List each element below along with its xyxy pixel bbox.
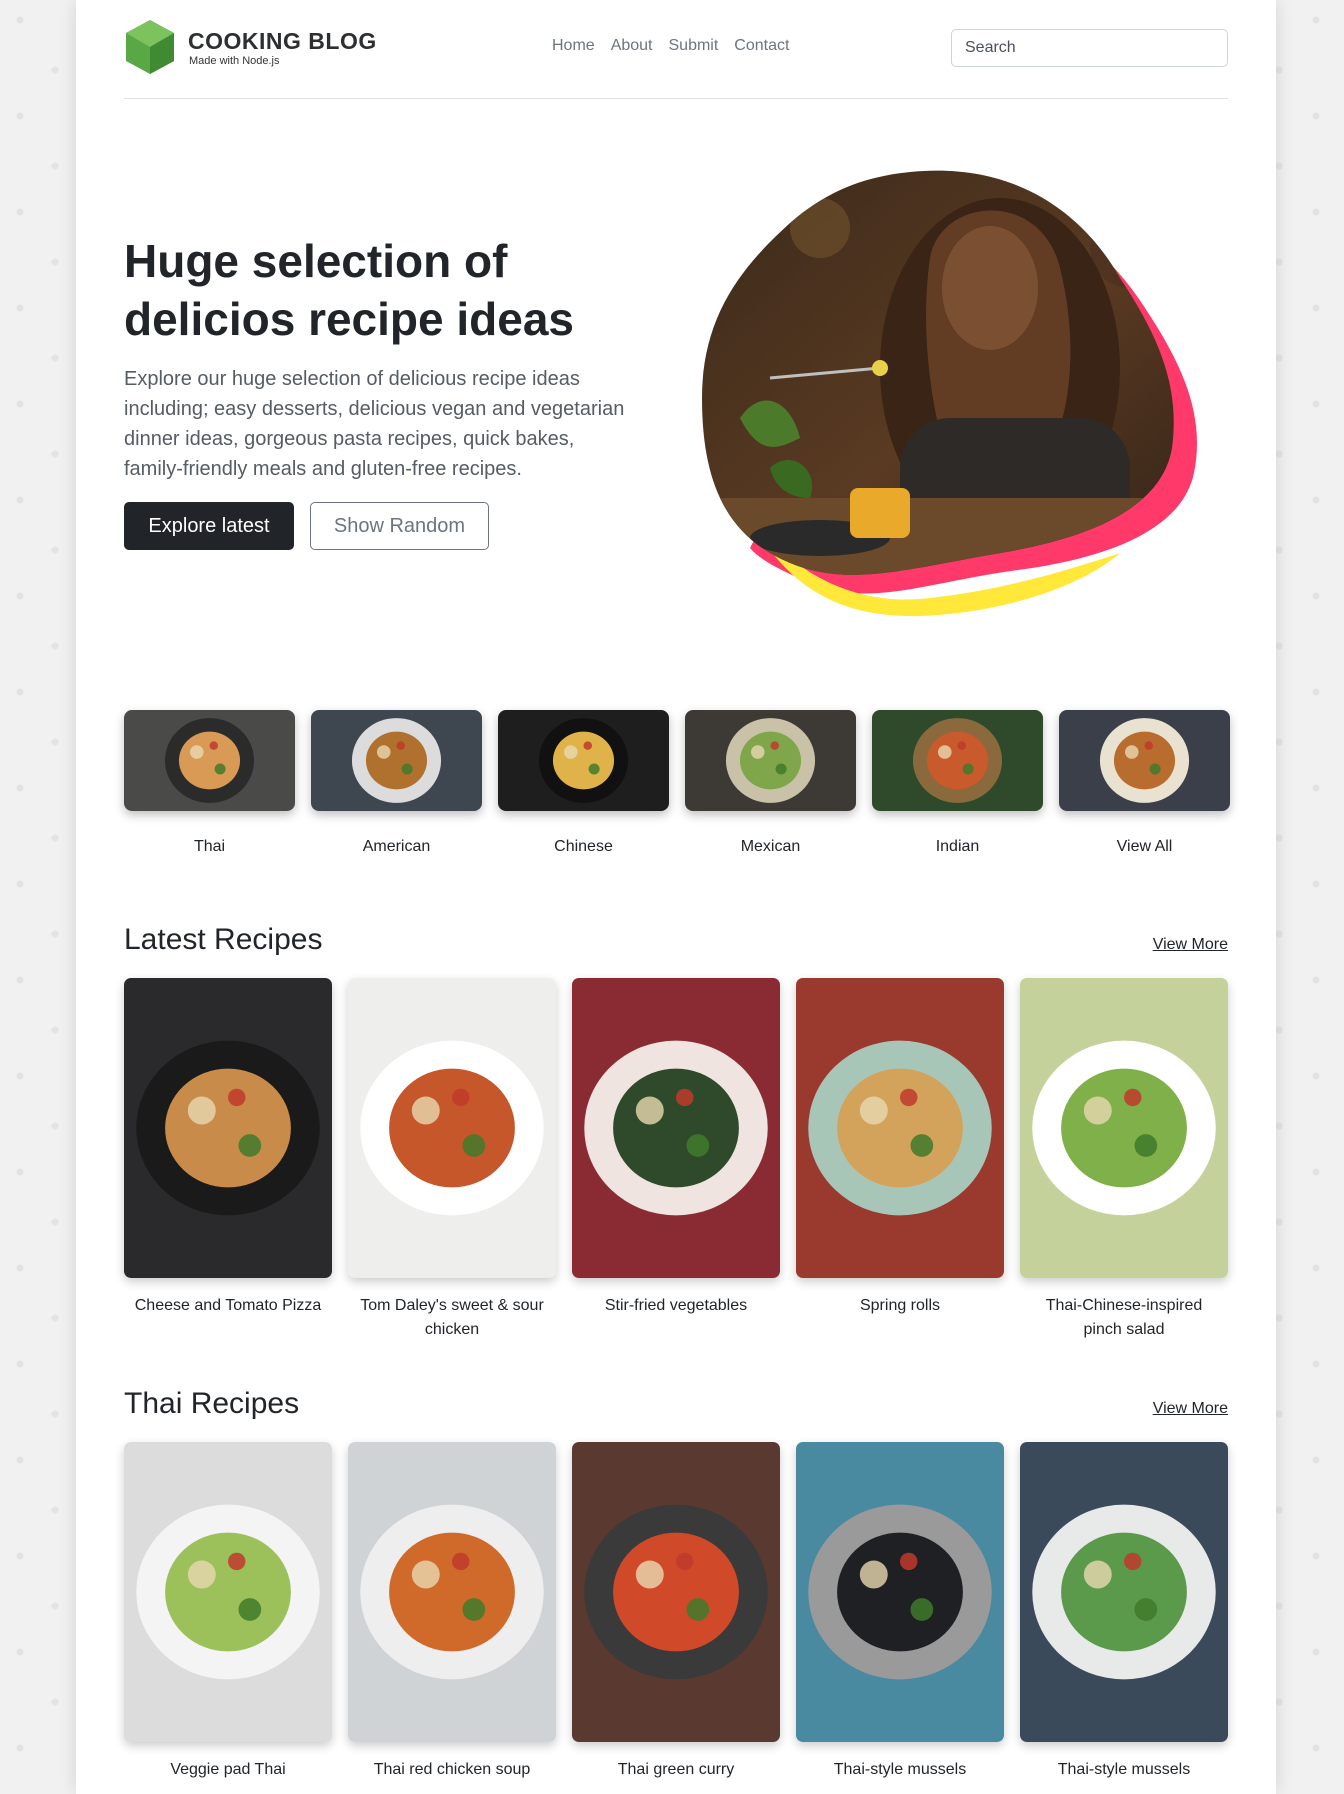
recipe-card[interactable]: Thai red chicken soup <box>348 1442 556 1782</box>
recipe-title[interactable]: Tom Daley's sweet & sour chicken <box>348 1294 556 1342</box>
nav-submit-link[interactable]: Submit <box>669 37 719 55</box>
recipe-image[interactable] <box>1020 1442 1228 1742</box>
brand-text: COOKING BLOG Made with Node.js <box>188 28 377 67</box>
recipe-title[interactable]: Veggie pad Thai <box>124 1758 332 1782</box>
container: COOKING BLOG Made with Node.js Home Abou… <box>124 0 1230 1794</box>
category-image[interactable] <box>685 710 856 811</box>
recipe-image[interactable] <box>1020 978 1228 1278</box>
recipe-title[interactable]: Stir-fried vegetables <box>572 1294 780 1318</box>
thai-recipes-grid: Veggie pad Thai Thai red chicken soup Th… <box>124 1442 1228 1782</box>
category-label[interactable]: Chinese <box>498 838 669 856</box>
category-card[interactable]: Mexican <box>685 710 856 856</box>
recipe-title[interactable]: Spring rolls <box>796 1294 1004 1318</box>
category-image[interactable] <box>311 710 482 811</box>
explore-latest-button[interactable]: Explore latest <box>124 502 294 550</box>
brand-title: COOKING BLOG <box>188 27 377 54</box>
recipe-title[interactable]: Thai-style mussels <box>796 1758 1004 1782</box>
hero-lead: Explore our huge selection of delicious … <box>124 368 625 480</box>
nav-about-link[interactable]: About <box>611 37 653 55</box>
recipe-title[interactable]: Thai green curry <box>572 1758 780 1782</box>
latest-recipes-grid: Cheese and Tomato Pizza Tom Daley's swee… <box>124 978 1228 1342</box>
category-image[interactable] <box>498 710 669 811</box>
site-header: COOKING BLOG Made with Node.js Home Abou… <box>124 0 1228 99</box>
search-input[interactable] <box>951 29 1228 67</box>
recipe-image[interactable] <box>572 1442 780 1742</box>
thai-view-more-link[interactable]: View More <box>1153 1400 1228 1418</box>
recipe-title[interactable]: Thai-Chinese-inspired pinch salad <box>1020 1294 1228 1342</box>
main-nav: Home About Submit Contact <box>552 37 789 55</box>
category-card[interactable]: Indian <box>872 710 1043 856</box>
recipe-image[interactable] <box>124 1442 332 1742</box>
latest-view-more-link[interactable]: View More <box>1153 936 1228 954</box>
category-label[interactable]: Mexican <box>685 838 856 856</box>
show-random-button[interactable]: Show Random <box>310 502 489 550</box>
recipe-card[interactable]: Spring rolls <box>796 978 1004 1342</box>
recipe-card[interactable]: Thai-style mussels <box>796 1442 1004 1782</box>
category-label[interactable]: View All <box>1059 838 1230 856</box>
recipe-image[interactable] <box>348 1442 556 1742</box>
recipe-card[interactable]: Veggie pad Thai <box>124 1442 332 1782</box>
recipe-title[interactable]: Cheese and Tomato Pizza <box>124 1294 332 1318</box>
thai-recipes-title: Thai Recipes <box>124 1387 300 1420</box>
category-label[interactable]: Thai <box>124 838 295 856</box>
recipe-image[interactable] <box>348 978 556 1278</box>
hexagon-logo-icon <box>126 20 174 74</box>
recipe-card[interactable]: Thai-Chinese-inspired pinch salad <box>1020 978 1228 1342</box>
recipe-card[interactable]: Cheese and Tomato Pizza <box>124 978 332 1342</box>
category-list: Thai American Chinese Mexican Indian Vie… <box>124 710 1230 856</box>
category-card[interactable]: View All <box>1059 710 1230 856</box>
category-label[interactable]: American <box>311 838 482 856</box>
recipe-image[interactable] <box>796 1442 1004 1742</box>
recipe-title[interactable]: Thai red chicken soup <box>348 1758 556 1782</box>
brand-subtitle: Made with Node.js <box>189 54 280 67</box>
recipe-image[interactable] <box>572 978 780 1278</box>
category-image[interactable] <box>124 710 295 811</box>
recipe-card[interactable]: Thai-style mussels <box>1020 1442 1228 1782</box>
nav-contact-link[interactable]: Contact <box>734 37 789 55</box>
category-card[interactable]: American <box>311 710 482 856</box>
hero-title: Huge selection of delicios recipe ideas <box>124 235 575 345</box>
brand[interactable]: COOKING BLOG Made with Node.js <box>124 18 377 76</box>
nav-home-link[interactable]: Home <box>552 37 595 55</box>
recipe-card[interactable]: Stir-fried vegetables <box>572 978 780 1342</box>
category-card[interactable]: Thai <box>124 710 295 856</box>
category-image[interactable] <box>872 710 1043 811</box>
category-label[interactable]: Indian <box>872 838 1043 856</box>
recipe-image[interactable] <box>124 978 332 1278</box>
hero-image <box>702 170 1197 617</box>
category-image[interactable] <box>1059 710 1230 811</box>
page: COOKING BLOG Made with Node.js Home Abou… <box>76 0 1276 1794</box>
recipe-card[interactable]: Thai green curry <box>572 1442 780 1782</box>
recipe-image[interactable] <box>796 978 1004 1278</box>
recipe-card[interactable]: Tom Daley's sweet & sour chicken <box>348 978 556 1342</box>
latest-recipes-title: Latest Recipes <box>124 923 323 956</box>
category-card[interactable]: Chinese <box>498 710 669 856</box>
recipe-title[interactable]: Thai-style mussels <box>1020 1758 1228 1782</box>
